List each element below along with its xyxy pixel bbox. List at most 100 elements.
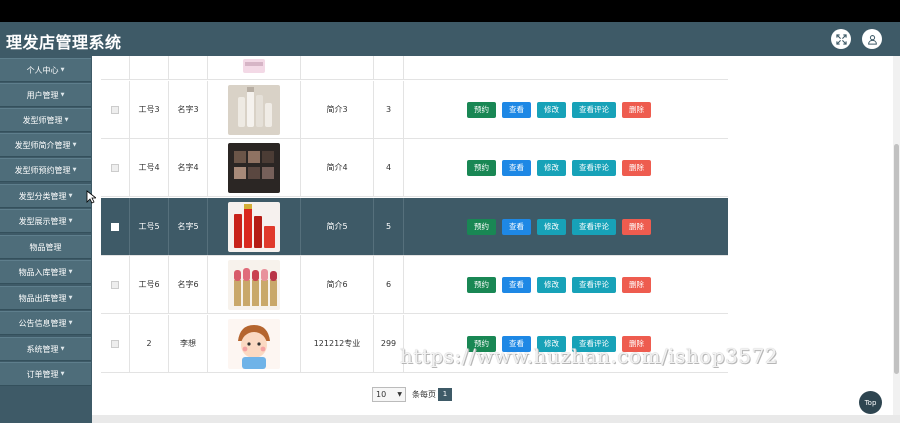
sidebar-item-style-showcase[interactable]: 发型展示管理 ▼ xyxy=(0,209,91,233)
view-button[interactable]: 查看 xyxy=(502,276,531,293)
red-cosmetics-set-image xyxy=(228,201,280,252)
view-reviews-button[interactable]: 查看评论 xyxy=(572,218,616,235)
skincare-bottles-image xyxy=(228,84,280,135)
sidebar-item-label: 用户管理 xyxy=(26,90,59,100)
caret-icon: ▼ xyxy=(60,67,65,73)
table-row[interactable]: 工号3 名字3 简介3 3 预约 查看 修改 查看评论 删除 xyxy=(101,81,728,139)
caret-icon: ▼ xyxy=(60,92,65,98)
page-size-select[interactable]: 10 ▼ xyxy=(372,386,406,402)
fullscreen-button[interactable] xyxy=(831,29,851,49)
view-button[interactable]: 查看 xyxy=(502,101,531,118)
count-cell: 5 xyxy=(374,198,404,255)
view-reviews-button[interactable]: 查看评论 xyxy=(572,101,616,118)
edit-button[interactable]: 修改 xyxy=(537,159,566,176)
view-reviews-button[interactable]: 查看评论 xyxy=(572,276,616,293)
intro-cell: 简介3 xyxy=(301,81,374,138)
fullscreen-icon xyxy=(835,33,847,45)
image-cell xyxy=(208,256,301,313)
intro-cell: 简介5 xyxy=(301,198,374,255)
number-cell: 工号3 xyxy=(130,81,169,138)
scrollbar-track[interactable] xyxy=(893,56,900,423)
edit-button[interactable]: 修改 xyxy=(537,101,566,118)
intro-cell: 简介6 xyxy=(301,256,374,313)
dropdown-arrow-icon: ▼ xyxy=(397,390,402,398)
caret-icon: ▼ xyxy=(68,218,73,224)
count-cell: 3 xyxy=(374,81,404,138)
sidebar: 个人中心 ▼ 用户管理 ▼ 发型师管理 ▼ 发型师简介管理 ▼ 发型师预约管理 ▼ 发型分… xyxy=(0,56,92,423)
book-button[interactable]: 预约 xyxy=(467,159,496,176)
sidebar-item-style-categories[interactable]: 发型分类管理 ▼ xyxy=(0,184,91,208)
row-checkbox[interactable] xyxy=(111,280,119,289)
number-cell: 2 xyxy=(130,315,169,372)
caret-icon: ▼ xyxy=(72,167,77,173)
edit-button[interactable]: 修改 xyxy=(537,218,566,235)
sidebar-item-label: 系统管理 xyxy=(26,344,59,354)
table-row-partial xyxy=(101,56,728,80)
sidebar-item-label: 公告信息管理 xyxy=(18,318,67,328)
back-to-top-button[interactable]: Top xyxy=(859,391,882,414)
mouse-cursor-icon xyxy=(86,190,96,204)
scrollbar-thumb[interactable] xyxy=(894,144,899,374)
table-row[interactable]: 工号6 名字6 简介6 6 预约 查看 修改 查看评论 删除 xyxy=(101,256,728,314)
sidebar-item-label: 发型师预约管理 xyxy=(14,165,71,175)
row-checkbox[interactable] xyxy=(111,105,119,114)
edit-button[interactable]: 修改 xyxy=(537,276,566,293)
sidebar-item-announcements[interactable]: 公告信息管理 ▼ xyxy=(0,311,91,335)
sidebar-item-stock-out[interactable]: 物品出库管理 ▼ xyxy=(0,286,91,310)
book-button[interactable]: 预约 xyxy=(467,218,496,235)
watermark: https://www.huzhan.com/ishop3572 xyxy=(400,344,779,368)
table-row-selected[interactable]: 工号5 名字5 简介5 5 预约 查看 修改 查看评论 删除 xyxy=(101,198,728,256)
sidebar-item-orders[interactable]: 订单管理 ▼ xyxy=(0,362,91,386)
app-header: 理发店管理系统 xyxy=(0,22,900,56)
sidebar-item-stock-in[interactable]: 物品入库管理 ▼ xyxy=(0,260,91,284)
caret-icon: ▼ xyxy=(68,295,73,301)
user-icon xyxy=(867,34,877,45)
caret-icon: ▼ xyxy=(60,371,65,377)
sidebar-item-label: 物品入库管理 xyxy=(18,267,67,277)
ops-cell: 预约 查看 修改 查看评论 删除 xyxy=(404,81,728,138)
cartoon-boy-image xyxy=(228,318,280,369)
sidebar-item-label: 发型展示管理 xyxy=(18,216,67,226)
sidebar-item-users[interactable]: 用户管理 ▼ xyxy=(0,83,91,107)
sidebar-item-label: 物品出库管理 xyxy=(18,293,67,303)
number-cell xyxy=(130,56,169,79)
lipsticks-image xyxy=(228,259,280,310)
ops-cell: 预约 查看 修改 查看评论 删除 xyxy=(404,198,728,255)
delete-button[interactable]: 删除 xyxy=(622,101,651,118)
row-checkbox[interactable] xyxy=(111,163,119,172)
intro-cell: 简介4 xyxy=(301,139,374,196)
sidebar-item-label: 订单管理 xyxy=(26,369,59,379)
sidebar-item-items[interactable]: 物品管理 xyxy=(0,235,91,259)
sidebar-item-system[interactable]: 系统管理 ▼ xyxy=(0,337,91,361)
image-cell xyxy=(208,315,301,372)
book-button[interactable]: 预约 xyxy=(467,101,496,118)
user-button[interactable] xyxy=(862,29,882,49)
book-button[interactable]: 预约 xyxy=(467,276,496,293)
image-cell xyxy=(208,139,301,196)
eyeshadow-palette-image xyxy=(228,142,280,193)
sidebar-item-stylist-profiles[interactable]: 发型师简介管理 ▼ xyxy=(0,133,91,157)
ops-cell: 预约 查看 修改 查看评论 删除 xyxy=(404,256,728,313)
delete-button[interactable]: 删除 xyxy=(622,218,651,235)
sidebar-item-label: 物品管理 xyxy=(29,242,62,252)
delete-button[interactable]: 删除 xyxy=(622,276,651,293)
number-cell: 工号5 xyxy=(130,198,169,255)
intro-cell: 121212专业 xyxy=(301,315,374,372)
view-button[interactable]: 查看 xyxy=(502,159,531,176)
sidebar-item-label: 发型师管理 xyxy=(22,115,63,125)
row-checkbox[interactable] xyxy=(111,339,119,348)
image-cell xyxy=(208,81,301,138)
sidebar-item-stylists[interactable]: 发型师管理 ▼ xyxy=(0,108,91,132)
view-reviews-button[interactable]: 查看评论 xyxy=(572,159,616,176)
row-checkbox[interactable] xyxy=(111,222,119,231)
table-row[interactable]: 工号4 名字4 简介4 4 预约 查看 修改 查看评论 删除 xyxy=(101,139,728,197)
pagination: 10 ▼ 条每页 1 xyxy=(372,386,452,402)
sidebar-item-stylist-bookings[interactable]: 发型师预约管理 ▼ xyxy=(0,158,91,182)
view-button[interactable]: 查看 xyxy=(502,218,531,235)
sidebar-item-personal-center[interactable]: 个人中心 ▼ xyxy=(0,58,91,82)
delete-button[interactable]: 删除 xyxy=(622,159,651,176)
checkbox-cell xyxy=(101,198,130,255)
page-button-current[interactable]: 1 xyxy=(438,387,452,401)
horizontal-scrollbar[interactable] xyxy=(92,415,900,423)
page-size-value: 10 xyxy=(376,389,387,399)
